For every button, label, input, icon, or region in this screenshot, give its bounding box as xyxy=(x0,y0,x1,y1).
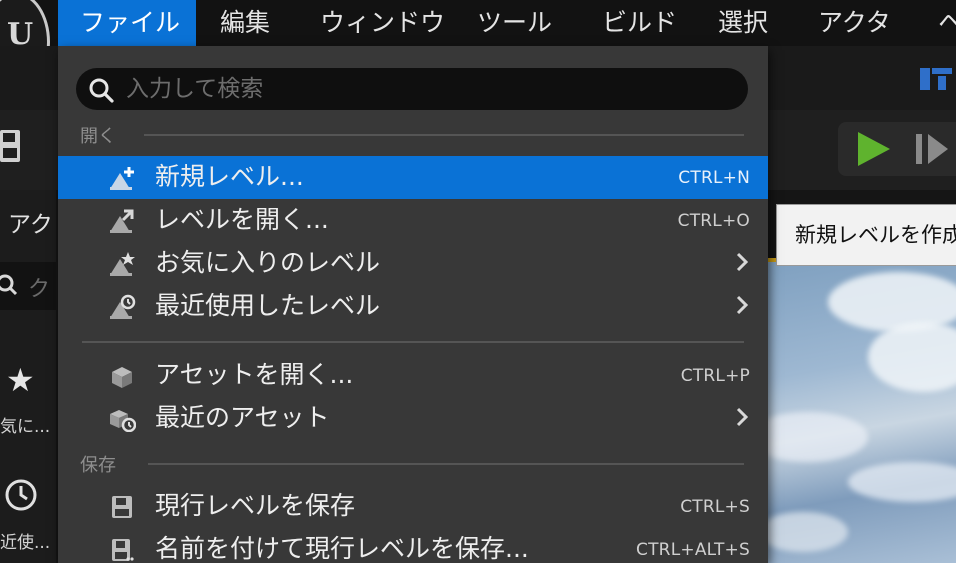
menu-search-box xyxy=(76,68,748,110)
menu-item-label: 現行レベルを保存 xyxy=(155,491,356,520)
chevron-right-icon xyxy=(736,295,748,315)
menu-actor[interactable]: アクタ xyxy=(818,0,891,46)
menu-item-open-level[interactable]: レベルを開く... CTRL+O xyxy=(58,199,768,242)
menu-tools[interactable]: ツール xyxy=(477,0,552,46)
save-as-icon xyxy=(112,539,134,561)
menu-item-label: お気に入りのレベル xyxy=(155,248,381,277)
menu-file[interactable]: ファイル xyxy=(58,0,196,46)
menu-item-recent-assets[interactable]: 最近のアセット xyxy=(58,397,768,440)
shortcut-text: CTRL+O xyxy=(677,211,750,231)
section-save-label: 保存 xyxy=(80,455,116,476)
section-save: 保存 xyxy=(58,449,768,477)
menu-build[interactable]: ビルド xyxy=(602,0,677,46)
favorites-label: 気に... xyxy=(0,417,51,437)
menu-divider xyxy=(82,341,744,343)
search-icon xyxy=(0,274,18,296)
new-level-icon xyxy=(110,167,134,190)
save-all-icon[interactable] xyxy=(0,130,22,164)
chevron-right-icon xyxy=(736,407,748,427)
file-menu-dropdown: 開く 新規レベル... CTRL+N レベルを開く... CTRL+O お気 xyxy=(58,46,768,563)
play-icon[interactable] xyxy=(858,132,890,166)
actor-tab-label[interactable]: アク xyxy=(8,205,53,239)
play-controls xyxy=(838,122,956,176)
tooltip: 新規レベルを作成 xyxy=(776,204,956,266)
section-open: 開く xyxy=(58,120,768,148)
search-icon xyxy=(89,78,114,103)
recent-label: 近使... xyxy=(0,533,51,553)
menu-item-recent-levels[interactable]: 最近使用したレベル xyxy=(58,285,768,328)
left-search-field[interactable]: ク xyxy=(0,262,56,310)
shortcut-text: CTRL+N xyxy=(678,168,750,188)
recent-levels-icon xyxy=(110,294,136,319)
star-icon[interactable]: ★ xyxy=(6,364,35,396)
menu-item-open-asset[interactable]: アセットを開く... CTRL+P xyxy=(58,354,768,397)
section-open-label: 開く xyxy=(80,126,116,147)
shortcut-text: CTRL+P xyxy=(680,366,750,386)
menu-window[interactable]: ウィンドウ xyxy=(320,0,445,46)
menu-item-label: レベルを開く... xyxy=(155,205,329,234)
menu-bar: U ファイル 編集 ウィンドウ ツール ビルド 選択 アクタ ヘ xyxy=(0,0,956,92)
favorite-levels-icon xyxy=(110,252,135,276)
menu-help[interactable]: ヘ xyxy=(938,0,956,46)
menu-item-label: 最近使用したレベル xyxy=(155,291,381,320)
shortcut-text: CTRL+ALT+S xyxy=(636,540,750,560)
save-icon xyxy=(112,496,132,518)
open-asset-icon xyxy=(112,367,132,388)
menu-select[interactable]: 選択 xyxy=(718,0,768,46)
menu-item-label: 新規レベル... xyxy=(155,162,304,191)
clock-icon[interactable] xyxy=(4,478,38,512)
menu-item-label: アセットを開く... xyxy=(155,360,354,389)
platform-icon[interactable] xyxy=(918,62,954,94)
section-rule xyxy=(144,134,744,136)
menu-item-label: 名前を付けて現行レベルを保存... xyxy=(155,534,529,563)
menu-item-save-level[interactable]: 現行レベルを保存 CTRL+S xyxy=(58,485,768,528)
open-level-icon xyxy=(110,209,134,233)
chevron-right-icon xyxy=(736,252,748,272)
menu-item-new-level[interactable]: 新規レベル... CTRL+N xyxy=(58,156,768,199)
level-viewport[interactable] xyxy=(768,262,956,563)
recent-assets-icon xyxy=(110,410,136,432)
frame-step-icon[interactable] xyxy=(916,134,956,164)
shortcut-text: CTRL+S xyxy=(680,497,750,517)
menu-item-label: 最近のアセット xyxy=(155,403,330,432)
left-search-placeholder: ク xyxy=(28,277,51,302)
section-rule xyxy=(148,463,744,465)
menu-search-input[interactable] xyxy=(126,70,726,108)
menu-edit[interactable]: 編集 xyxy=(220,0,270,46)
menu-item-save-level-as[interactable]: 名前を付けて現行レベルを保存... CTRL+ALT+S xyxy=(58,528,768,563)
menu-item-favorite-levels[interactable]: お気に入りのレベル xyxy=(58,242,768,285)
